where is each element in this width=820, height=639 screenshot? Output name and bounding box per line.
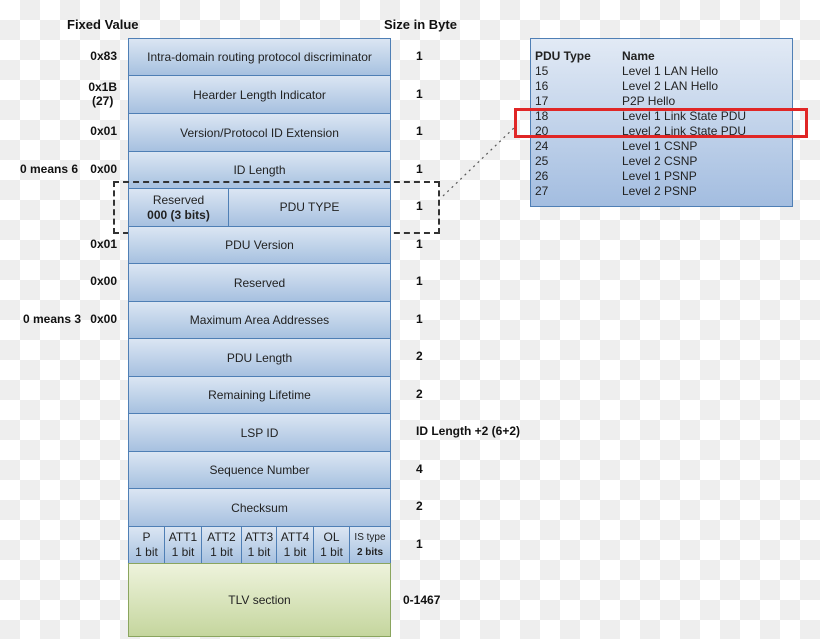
pdu-type-value: 27 [535, 184, 549, 198]
pdu-table-row: 16 Level 2 LAN Hello [535, 79, 792, 94]
pdu-type-name: Level 2 PSNP [622, 184, 697, 198]
pdu-type-name: Level 2 CSNP [622, 154, 698, 168]
pdu-type-value: 16 [535, 79, 549, 93]
pdu-type-name: Level 1 LAN Hello [622, 64, 719, 78]
pdu-type-value: 17 [535, 94, 549, 108]
pdu-type-value: 25 [535, 154, 549, 168]
pdu-type-value: 26 [535, 169, 549, 183]
pdu-type-name: P2P Hello [622, 94, 676, 108]
pdu-table-row: 25 Level 2 CSNP [535, 154, 792, 169]
pdu-table-row: 17 P2P Hello [535, 94, 792, 109]
connector-line [442, 125, 517, 197]
pdu-table-row: 27 Level 2 PSNP [535, 184, 792, 199]
pdu-type-name: Level 1 PSNP [622, 169, 697, 183]
pdu-table-row: 15 Level 1 LAN Hello [535, 64, 792, 79]
pdu-type-value: 15 [535, 64, 549, 78]
pdu-type-name: Level 1 CSNP [622, 139, 698, 153]
link-state-pdu-highlight [514, 108, 808, 138]
pdu-table-row: 26 Level 1 PSNP [535, 169, 792, 184]
pdu-type-value: 24 [535, 139, 549, 153]
pdu-table-header: PDU Type Name [535, 49, 792, 64]
pdu-table-header-type: PDU Type [535, 49, 591, 63]
pdu-table-row: 24 Level 1 CSNP [535, 139, 792, 154]
pdu-table-header-name: Name [622, 49, 655, 63]
pdu-type-name: Level 2 LAN Hello [622, 79, 719, 93]
